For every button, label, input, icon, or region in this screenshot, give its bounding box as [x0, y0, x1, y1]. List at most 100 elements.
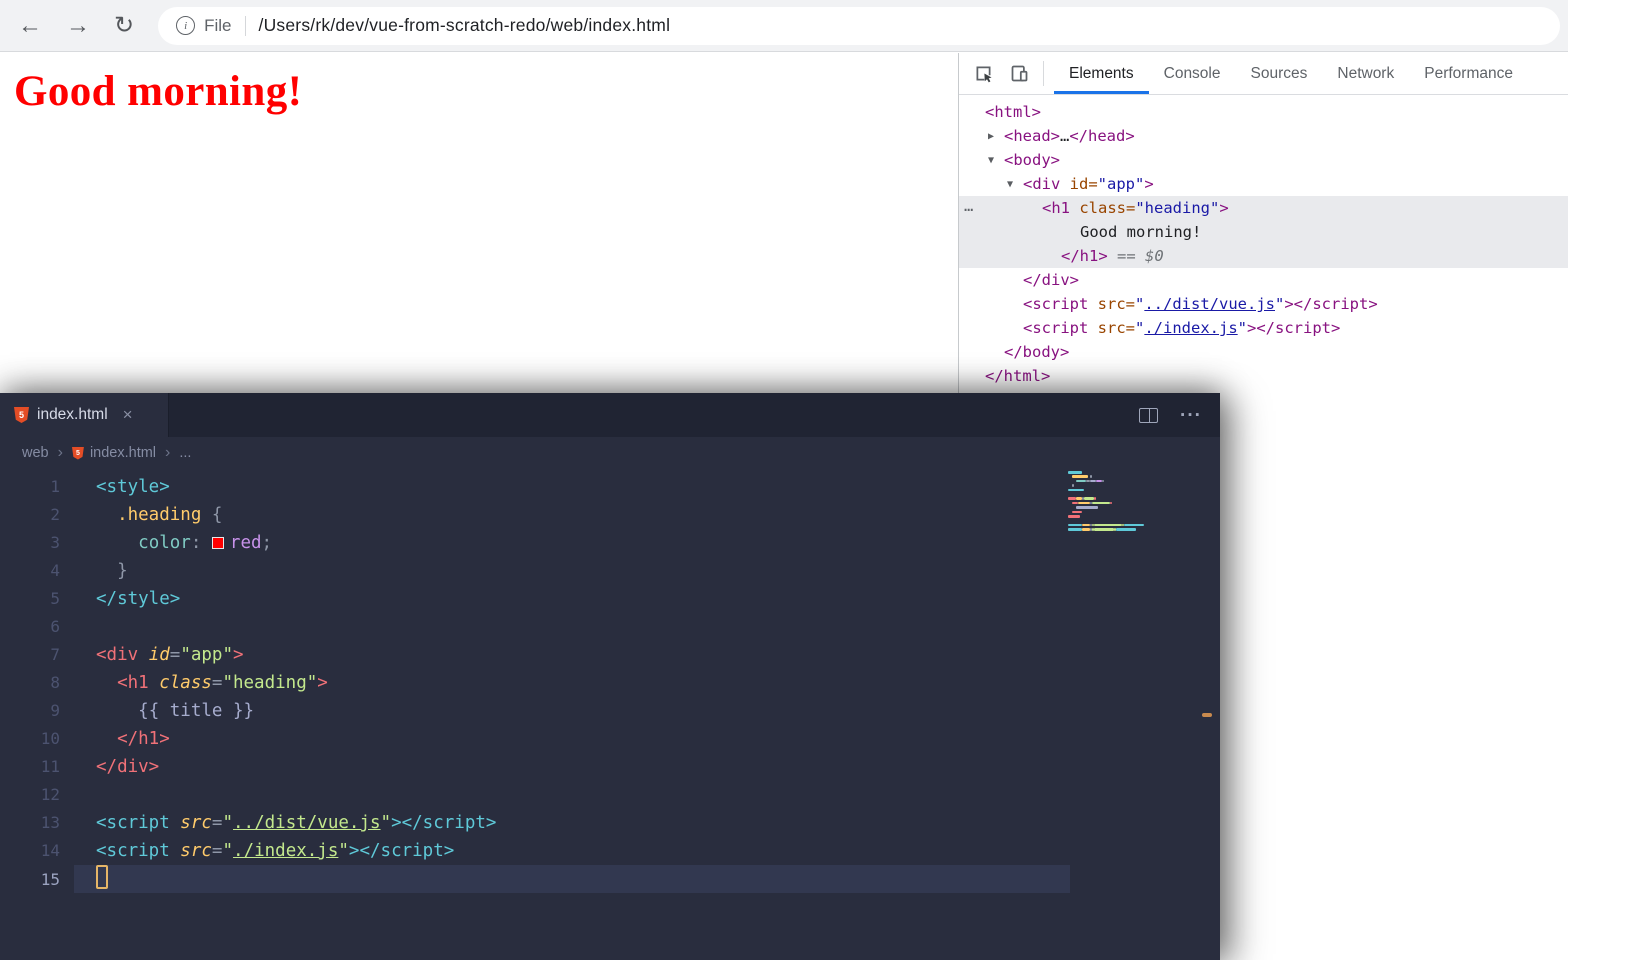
code-token-str: "heading" — [222, 673, 318, 693]
code-line[interactable]: 11 </div> — [0, 753, 1220, 781]
dom-tree-row[interactable]: </body> — [959, 340, 1568, 364]
code-token-tagx: ></script> — [391, 813, 497, 833]
address-bar[interactable]: i File /Users/rk/dev/vue-from-scratch-re… — [158, 6, 1560, 45]
breadcrumb-item[interactable]: index.html — [90, 445, 156, 461]
code-token-strlink: ./index.js — [233, 841, 339, 861]
code-token-attr: src — [169, 813, 212, 833]
breadcrumb-item[interactable]: ... — [179, 445, 191, 461]
forward-button[interactable]: → — [66, 13, 90, 38]
page-info-icon[interactable]: i — [176, 16, 196, 35]
dom-token-value: " — [1237, 319, 1248, 337]
dom-tree-row[interactable]: ▼ <div id="app"> — [959, 172, 1568, 196]
code-line[interactable]: 1 <style> — [0, 473, 1220, 501]
code-area[interactable]: 1 <style> 2 .heading {3 color: red; 4 } 5 </s… — [0, 469, 1220, 960]
breadcrumb-item[interactable]: web — [22, 445, 49, 461]
code-line[interactable]: 8 <h1 class="heading"> — [0, 669, 1220, 697]
code-token-prop: color — [138, 533, 191, 553]
breadcrumb-separator: › — [165, 444, 171, 461]
dom-tree-row[interactable]: ▶ <head>…</head> — [959, 124, 1568, 148]
code-token-tagx: <script — [96, 813, 170, 833]
dom-tree-row[interactable]: ▼ <body> — [959, 148, 1568, 172]
dom-token-value: " — [1135, 295, 1145, 313]
dom-tree-row[interactable]: </html> — [959, 364, 1568, 388]
dom-tree-row[interactable]: … <h1 class="heading"> — [959, 196, 1568, 220]
devtools-tab-performance[interactable]: Performance — [1409, 53, 1528, 94]
code-line[interactable]: 7 <div id="app"> — [0, 641, 1220, 669]
reload-button[interactable]: ↻ — [114, 13, 134, 38]
dom-token-tag: <h1 — [1042, 199, 1070, 217]
code-line[interactable]: 15 — [0, 865, 1220, 893]
expanded-arrow-icon[interactable]: ▼ — [988, 149, 1004, 173]
dom-tree-row[interactable]: <script src="../dist/vue.js"></script> — [959, 292, 1568, 316]
dom-tree-row[interactable]: Good morning! — [959, 220, 1568, 244]
code-token-attr: class — [148, 673, 212, 693]
split-editor-icon[interactable] — [1139, 407, 1159, 423]
dom-tree-row[interactable]: </div> — [959, 268, 1568, 292]
device-toolbar-icon[interactable] — [1005, 53, 1033, 94]
dom-token-tag: </html> — [985, 367, 1051, 385]
line-number: 15 — [40, 870, 60, 889]
dom-token-tag: </div> — [1023, 271, 1079, 289]
code-token-str: " — [380, 813, 392, 833]
editor-tab-indexhtml[interactable]: index.html × — [0, 393, 169, 437]
code-line[interactable]: 4 } — [0, 557, 1220, 585]
code-line[interactable]: 14 <script src="./index.js"></script> — [0, 837, 1220, 865]
dom-token-tag: <div — [1023, 175, 1061, 193]
code-line[interactable]: 6 — [0, 613, 1220, 641]
code-token-strlink: ../dist/vue.js — [233, 813, 381, 833]
code-line[interactable]: 9 {{ title }} — [0, 697, 1220, 725]
toolbar-divider — [1043, 61, 1044, 86]
back-button[interactable]: ← — [18, 13, 42, 38]
page-heading: Good morning! — [14, 68, 303, 115]
code-line[interactable]: 12 — [0, 781, 1220, 809]
code-line[interactable]: 10 </h1> — [0, 725, 1220, 753]
inspect-element-icon[interactable] — [969, 53, 997, 94]
code-token-attr: src — [169, 841, 212, 861]
code-line[interactable]: 13 <script src="../dist/vue.js"></script> — [0, 809, 1220, 837]
code-token-str: " — [222, 813, 234, 833]
dom-token-tag: <script — [1023, 319, 1089, 337]
expanded-arrow-icon[interactable]: ▼ — [1007, 173, 1023, 197]
dom-tree-row[interactable]: <html> — [959, 100, 1568, 124]
dom-tree-row[interactable]: </h1> == $0 — [959, 244, 1568, 268]
collapsed-arrow-icon[interactable]: ▶ — [988, 125, 1004, 149]
code-line[interactable]: 5 </style> — [0, 585, 1220, 613]
code-line[interactable]: 2 .heading { — [0, 501, 1220, 529]
code-line[interactable]: 3 color: red; — [0, 529, 1220, 557]
line-number: 3 — [50, 533, 60, 552]
devtools-tab-network[interactable]: Network — [1322, 53, 1409, 94]
dom-token-text: Good morning! — [1080, 223, 1202, 241]
devtools-tab-console[interactable]: Console — [1149, 53, 1236, 94]
code-token-tagx: <style> — [96, 477, 170, 497]
dom-token-link[interactable]: ../dist/vue.js — [1144, 295, 1275, 313]
code-token-tag: > — [233, 645, 244, 665]
html5-file-icon — [71, 446, 84, 460]
breadcrumb: web › index.html ›... — [0, 437, 1220, 469]
devtools-tab-elements[interactable]: Elements — [1054, 53, 1149, 94]
dom-tree: <html> ▶ <head>…</head> ▼ <body> ▼ <div id="ap… — [959, 95, 1568, 388]
color-swatch[interactable] — [211, 537, 224, 549]
code-token-punc: : — [190, 533, 212, 553]
text-cursor — [96, 865, 108, 889]
code-token-punc: = — [211, 813, 223, 833]
line-number: 11 — [40, 757, 60, 776]
code-token-tagx: <script — [96, 841, 170, 861]
devtools-tab-sources[interactable]: Sources — [1236, 53, 1323, 94]
tab-close-button[interactable]: × — [123, 405, 133, 425]
node-actions-badge[interactable]: … — [964, 194, 974, 218]
address-url[interactable]: /Users/rk/dev/vue-from-scratch-redo/web/… — [259, 15, 671, 36]
dom-tree-row[interactable]: <script src="./index.js"></script> — [959, 316, 1568, 340]
scrollbar-marker — [1202, 713, 1212, 717]
dom-token-tag: ></script> — [1247, 319, 1341, 337]
code-token-tag: </div> — [96, 757, 160, 777]
dom-token-tag: <body> — [1004, 151, 1060, 169]
code-token-sel: .heading — [117, 505, 202, 525]
dom-token-link[interactable]: ./index.js — [1144, 319, 1237, 337]
editor-more-actions-icon[interactable]: ··· — [1180, 406, 1202, 425]
minimap[interactable] — [1068, 471, 1198, 537]
dom-token-tag: </body> — [1004, 343, 1070, 361]
